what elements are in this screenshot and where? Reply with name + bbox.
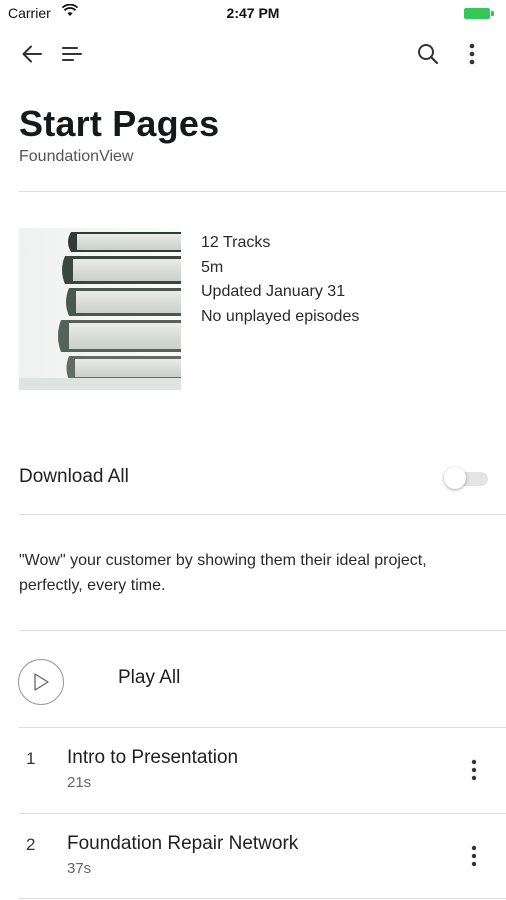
play-icon — [34, 673, 49, 691]
collection-description: "Wow" your customer by showing them thei… — [19, 552, 427, 594]
track-count: 12 Tracks — [201, 234, 271, 251]
track-row[interactable]: 1 Intro to Presentation 21s — [0, 728, 506, 814]
clock: 2:47 PM — [226, 5, 280, 21]
play-all-button[interactable] — [18, 659, 64, 705]
track-number: 1 — [26, 749, 36, 768]
unplayed-status: No unplayed episodes — [201, 307, 360, 325]
battery-tip — [491, 11, 494, 16]
back-arrow-icon[interactable] — [18, 40, 46, 68]
page-title: Start Pages — [19, 103, 220, 144]
toolbar — [0, 30, 506, 78]
page-subtitle: FoundationView — [19, 148, 134, 165]
toggle-knob — [444, 467, 466, 489]
collection-details: 12 Tracks 5m Updated January 31 No unpla… — [201, 231, 359, 329]
download-all-toggle[interactable] — [444, 467, 488, 489]
more-vertical-icon[interactable] — [464, 755, 484, 785]
total-duration: 5m — [201, 258, 224, 276]
track-duration: 37s — [67, 860, 92, 877]
play-all-label[interactable]: Play All — [118, 667, 180, 689]
search-icon[interactable] — [414, 40, 442, 68]
track-title: Intro to Presentation — [67, 747, 239, 768]
track-duration: 21s — [67, 774, 92, 791]
track-number: 2 — [26, 835, 36, 854]
more-vertical-icon[interactable] — [464, 841, 484, 871]
divider — [19, 898, 506, 899]
divider — [19, 514, 506, 515]
divider — [19, 630, 506, 631]
status-bar: Carrier 2:47 PM — [0, 0, 506, 26]
menu-icon[interactable] — [58, 40, 86, 68]
cover-image — [19, 228, 181, 390]
track-title: Foundation Repair Network — [67, 833, 299, 854]
updated-date: Updated January 31 — [201, 283, 346, 300]
download-all-label: Download All — [19, 466, 129, 487]
more-vertical-icon[interactable] — [458, 40, 486, 68]
battery-icon — [464, 8, 490, 19]
track-row[interactable]: 2 Foundation Repair Network 37s — [0, 814, 506, 900]
divider — [19, 191, 506, 192]
